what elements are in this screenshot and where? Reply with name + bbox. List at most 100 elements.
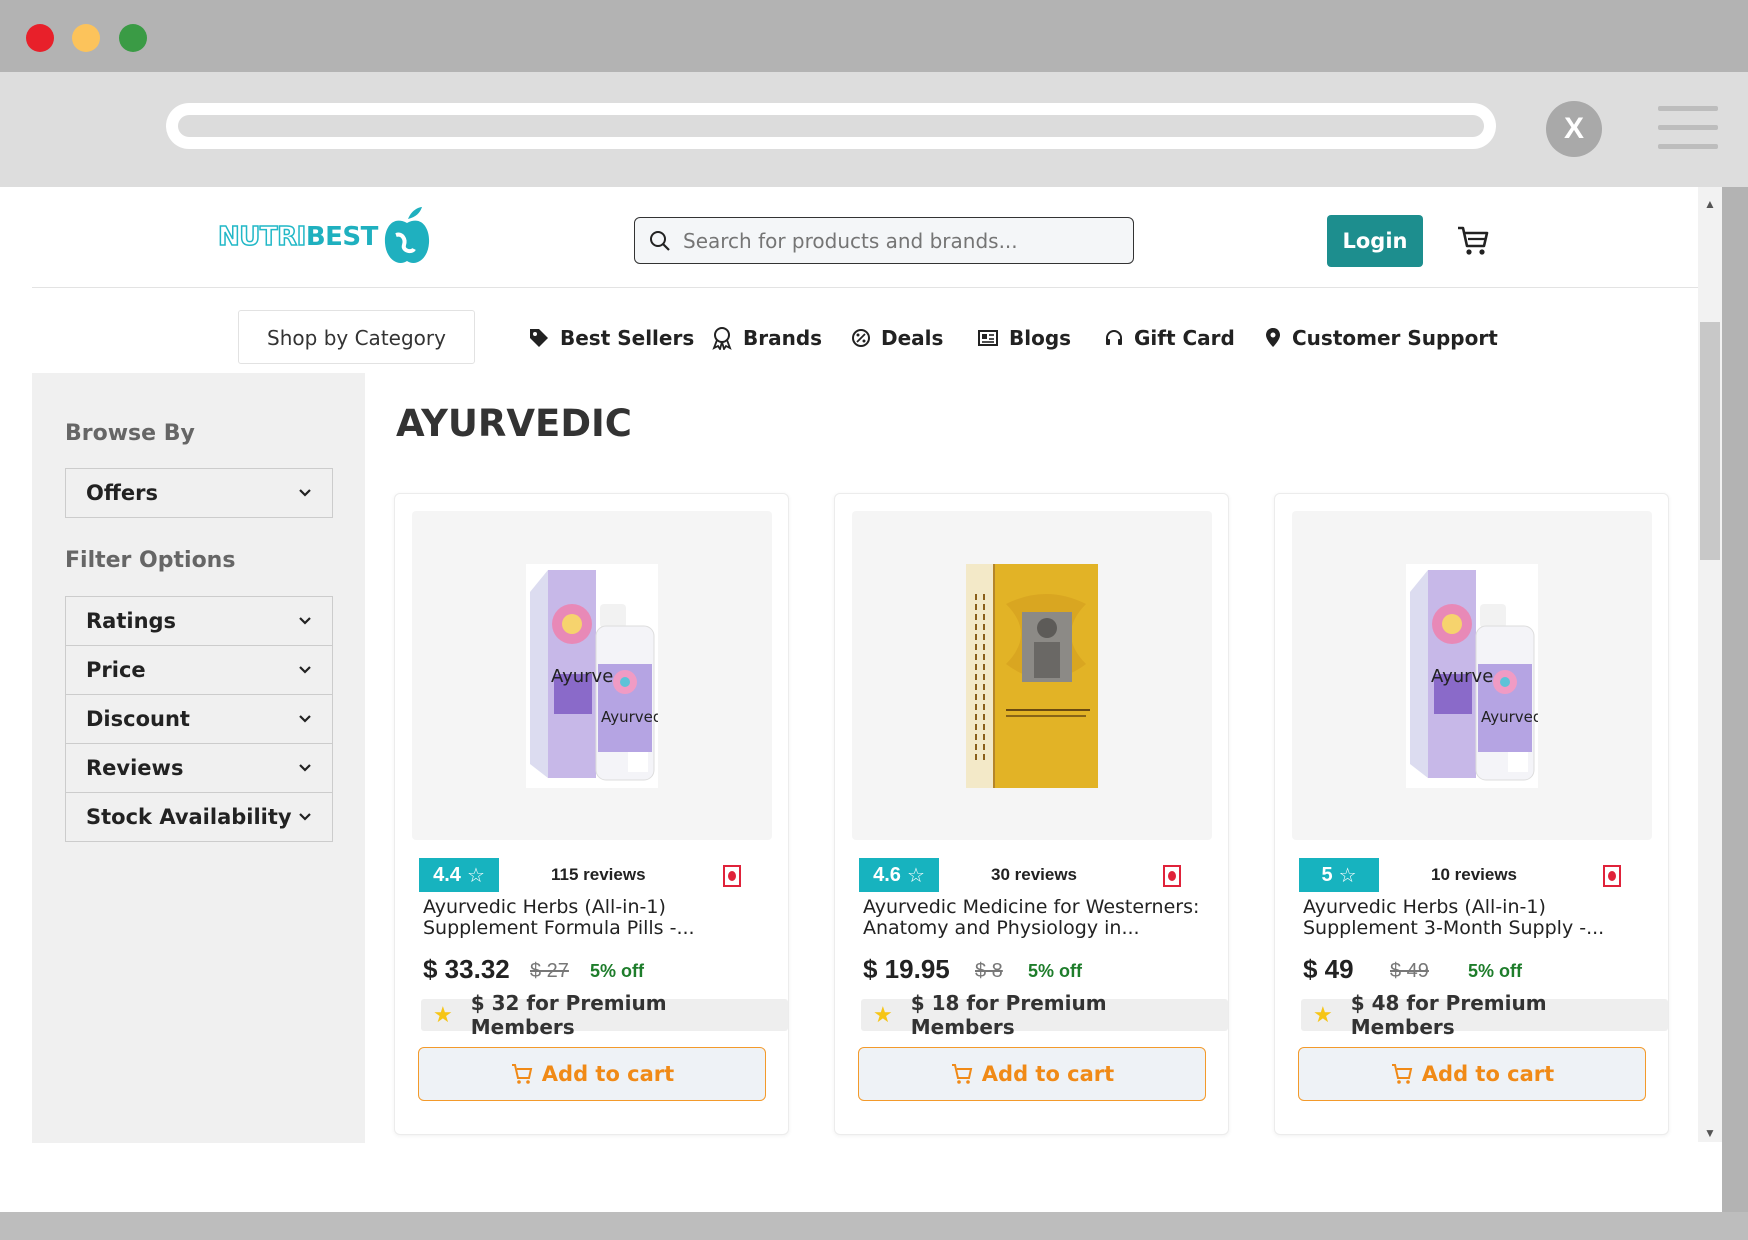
maximize-window-dot[interactable] bbox=[119, 24, 147, 52]
address-bar[interactable] bbox=[166, 103, 1496, 149]
review-count[interactable]: 10 reviews bbox=[1431, 865, 1517, 885]
dropdown-label: Stock Availability bbox=[86, 805, 292, 829]
close-tab-button[interactable]: X bbox=[1546, 101, 1602, 157]
add-to-cart-label: Add to cart bbox=[981, 1062, 1115, 1086]
rating-badge: 4.6 ☆ bbox=[859, 858, 939, 892]
nav-label: Blogs bbox=[1009, 326, 1072, 350]
product-image[interactable]: Ayurvedic Ayurve bbox=[412, 511, 772, 840]
nonveg-indicator-icon bbox=[1163, 865, 1181, 887]
product-image[interactable] bbox=[852, 511, 1212, 840]
star-outline-icon: ☆ bbox=[906, 864, 925, 887]
rating-value: 4.4 bbox=[433, 863, 461, 886]
supplement-bottle-image: Ayurvedic Ayurve bbox=[526, 563, 658, 788]
nonveg-indicator-icon bbox=[1603, 865, 1621, 887]
svg-text:Ayurve: Ayurve bbox=[1431, 666, 1493, 687]
rating-badge: 4.4 ☆ bbox=[419, 858, 499, 892]
stock-availability-filter-dropdown[interactable]: Stock Availability bbox=[65, 793, 333, 842]
search-bar[interactable] bbox=[634, 217, 1134, 264]
scrollbar-thumb[interactable] bbox=[1700, 322, 1720, 560]
premium-price-badge: ★ $ 18 for Premium Members bbox=[861, 991, 1228, 1039]
search-input[interactable] bbox=[683, 228, 1103, 253]
dropdown-label: Offers bbox=[86, 481, 158, 505]
discount-label: 5% off bbox=[1468, 961, 1522, 981]
discount-label: 5% off bbox=[1028, 961, 1082, 981]
login-button[interactable]: Login bbox=[1327, 215, 1423, 267]
scroll-down-icon[interactable]: ▼ bbox=[1700, 1126, 1720, 1140]
nav-item-blogs[interactable]: Blogs bbox=[977, 322, 1071, 354]
original-price: $ 49 bbox=[1390, 960, 1429, 982]
supplement-bottle-image: Ayurvedic Ayurve bbox=[1406, 563, 1538, 788]
nav-label: Customer Support bbox=[1292, 326, 1498, 350]
star-icon: ★ bbox=[433, 1002, 453, 1028]
star-outline-icon: ☆ bbox=[1338, 864, 1357, 887]
headset-icon bbox=[1104, 328, 1124, 348]
discount-icon bbox=[851, 328, 871, 348]
page-title: AYURVEDIC bbox=[396, 402, 632, 445]
add-to-cart-label: Add to cart bbox=[541, 1062, 675, 1086]
premium-price-badge: ★ $ 32 for Premium Members bbox=[421, 991, 788, 1039]
nav-label: Brands bbox=[743, 326, 823, 350]
logo-text-best: BEST bbox=[305, 222, 379, 252]
award-icon bbox=[711, 326, 733, 350]
chevron-down-icon bbox=[299, 715, 311, 723]
premium-price-text: $ 48 for Premium Members bbox=[1350, 991, 1547, 1039]
browser-bottom-bar bbox=[0, 1212, 1748, 1240]
offers-dropdown[interactable]: Offers bbox=[65, 468, 333, 518]
add-to-cart-label: Add to cart bbox=[1421, 1062, 1555, 1086]
nav-label: Deals bbox=[881, 326, 944, 350]
nav-item-brands[interactable]: Brands bbox=[711, 322, 822, 354]
nav-label: Gift Card bbox=[1134, 326, 1235, 350]
premium-price-text: $ 18 for Premium Members bbox=[910, 991, 1107, 1039]
premium-price-badge: ★ $ 48 for Premium Members bbox=[1301, 991, 1668, 1039]
nav-item-customer-support[interactable]: Customer Support bbox=[1264, 322, 1498, 354]
add-to-cart-button[interactable]: Add to cart bbox=[858, 1047, 1206, 1101]
cart-icon bbox=[511, 1064, 533, 1084]
product-card[interactable]: 4.6 ☆ 30 reviews Ayurvedic Medicine for … bbox=[834, 493, 1229, 1135]
add-to-cart-button[interactable]: Add to cart bbox=[418, 1047, 766, 1101]
nav-item-best-sellers[interactable]: Best Sellers bbox=[528, 322, 694, 354]
nav-label: Best Sellers bbox=[560, 326, 695, 350]
chevron-down-icon bbox=[299, 764, 311, 772]
cart-icon[interactable] bbox=[1456, 224, 1490, 258]
price-filter-dropdown[interactable]: Price bbox=[65, 646, 333, 695]
browser-titlebar bbox=[0, 0, 1748, 72]
star-icon: ★ bbox=[1313, 1002, 1333, 1028]
product-name[interactable]: Ayurvedic Medicine for Westerners: Anato… bbox=[863, 897, 1208, 939]
dropdown-label: Ratings bbox=[86, 609, 177, 633]
location-pin-icon bbox=[1264, 327, 1282, 349]
product-price: $ 33.32 bbox=[423, 954, 510, 984]
search-icon bbox=[650, 230, 670, 251]
header-divider bbox=[32, 287, 1698, 288]
nav-item-deals[interactable]: Deals bbox=[851, 322, 943, 354]
review-count[interactable]: 115 reviews bbox=[551, 865, 646, 885]
reviews-filter-dropdown[interactable]: Reviews bbox=[65, 744, 333, 793]
product-card[interactable]: Ayurvedic Ayurve 5 ☆ 10 reviews Ayurvedi… bbox=[1274, 493, 1669, 1135]
discount-label: 5% off bbox=[590, 961, 644, 981]
ratings-filter-dropdown[interactable]: Ratings bbox=[65, 596, 333, 646]
nonveg-indicator-icon bbox=[723, 865, 741, 887]
chevron-down-icon bbox=[299, 813, 311, 821]
product-card[interactable]: Ayurvedic Ayurve 4.4 ☆ 115 reviews Ayurv… bbox=[394, 493, 789, 1135]
original-price: $ 8 bbox=[975, 960, 1003, 982]
original-price: $ 27 bbox=[530, 960, 569, 982]
star-outline-icon: ☆ bbox=[466, 864, 485, 887]
nutribest-logo[interactable]: NUTRI BEST bbox=[217, 202, 432, 272]
rating-value: 5 bbox=[1321, 863, 1333, 886]
nav-item-gift-card[interactable]: Gift Card bbox=[1104, 322, 1235, 354]
minimize-window-dot[interactable] bbox=[72, 24, 100, 52]
shop-by-category-button[interactable]: Shop by Category bbox=[238, 310, 475, 364]
review-count[interactable]: 30 reviews bbox=[991, 865, 1077, 885]
product-image[interactable]: Ayurvedic Ayurve bbox=[1292, 511, 1652, 840]
product-name[interactable]: Ayurvedic Herbs (All-in-1) Supplement Fo… bbox=[423, 897, 768, 939]
product-name[interactable]: Ayurvedic Herbs (All-in-1) Supplement 3-… bbox=[1303, 897, 1648, 939]
discount-filter-dropdown[interactable]: Discount bbox=[65, 695, 333, 744]
logo-text-nutri: NUTRI bbox=[217, 221, 307, 253]
scroll-up-icon[interactable]: ▲ bbox=[1700, 197, 1720, 211]
close-window-dot[interactable] bbox=[26, 24, 54, 52]
chevron-down-icon bbox=[299, 666, 311, 674]
svg-text:Ayurve: Ayurve bbox=[551, 666, 613, 687]
add-to-cart-button[interactable]: Add to cart bbox=[1298, 1047, 1646, 1101]
chevron-down-icon bbox=[299, 489, 311, 497]
star-icon: ★ bbox=[873, 1002, 893, 1028]
menu-icon[interactable] bbox=[1658, 106, 1718, 150]
